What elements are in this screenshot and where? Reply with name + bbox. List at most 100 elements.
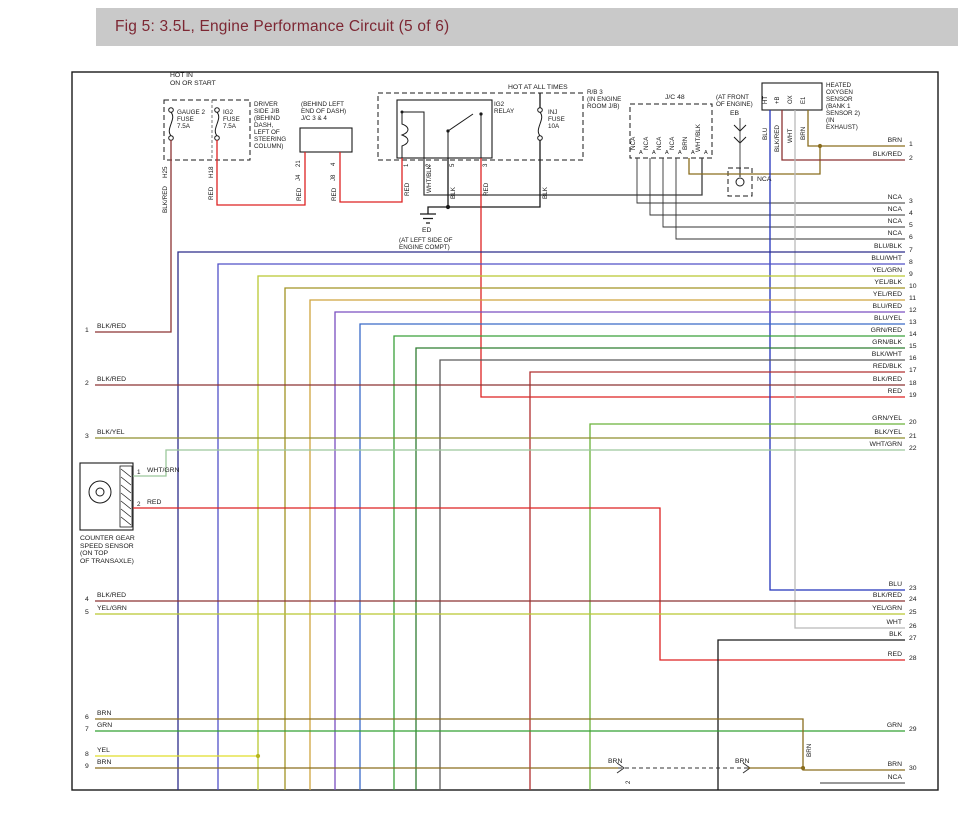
jc48-pin-nca-1: NCA — [630, 137, 637, 150]
jc34-label: (BEHIND LEFT END OF DASH) J/C 3 & 4 — [301, 101, 346, 122]
o2-pin-e1: E1 — [801, 97, 808, 104]
cgss-wire-red: RED — [147, 499, 161, 507]
driver-jb-label: DRIVER SIDE J/B (BEHIND DASH, LEFT OF ST… — [254, 101, 286, 150]
right-wire-number: 21 — [909, 433, 917, 441]
jc48-pin-nca-2: NCA — [643, 137, 650, 150]
cgss-pin-2: 2 — [137, 501, 141, 508]
cgss-label: COUNTER GEAR SPEED SENSOR (ON TOP OF TRA… — [80, 535, 135, 565]
pin-h25: H25 — [162, 166, 169, 178]
right-wire-color: BLK/RED — [873, 376, 902, 384]
right-wire-number: 23 — [909, 585, 917, 593]
relay-pin-1: 1 — [404, 164, 411, 167]
brn-label-a: BRN — [608, 758, 622, 766]
pin-j8: J8 — [331, 175, 338, 181]
left-wire-number: 2 — [85, 380, 89, 388]
right-wire-color: BLK/RED — [873, 592, 902, 600]
gauge2-fuse-label: GAUGE 2 FUSE 7.5A — [177, 109, 205, 130]
right-wire-color: BLU/YEL — [874, 315, 902, 323]
right-wire-color: GRN/YEL — [872, 415, 902, 423]
inj-fuse-label: INJ FUSE 10A — [548, 109, 565, 130]
left-wire-color: YEL/GRN — [97, 605, 127, 613]
o2-wire-brn: BRN — [800, 127, 807, 140]
relay-pin-3: 3 — [483, 164, 490, 167]
left-wire-color: GRN — [97, 722, 112, 730]
right-wire-number: 3 — [909, 198, 913, 206]
jc48-pin-whtblk: WHT/BLK — [695, 124, 702, 152]
jc48-pin-a-1: A — [639, 150, 643, 156]
page: Fig 5: 3.5L, Engine Performance Circuit … — [0, 0, 960, 815]
pin-21: 21 — [296, 160, 303, 167]
right-wire-color: BLK/WHT — [872, 351, 902, 359]
right-wire-number: 28 — [909, 655, 917, 663]
jc48-pin-a-5: A — [691, 150, 695, 156]
right-wire-color: NCA — [888, 206, 902, 214]
o2-wire-blkred: BLK/RED — [774, 125, 781, 152]
right-wire-color: RED — [888, 651, 902, 659]
ed-label: ED — [422, 227, 431, 235]
jc48-pin-nca-4: NCA — [669, 137, 676, 150]
right-wire-number: 8 — [909, 259, 913, 267]
right-wire-color: RED — [888, 388, 902, 396]
jc48-pin-a-6: A — [704, 150, 708, 156]
left-wire-number: 8 — [85, 751, 89, 759]
right-wire-number: 24 — [909, 596, 917, 604]
wire-blk-vertical-1: BLK — [450, 187, 457, 199]
left-wire-color: BLK/RED — [97, 323, 126, 331]
ed-location-label: (AT LEFT SIDE OF ENGINE COMPT) — [399, 237, 453, 251]
right-wire-color: BLK — [889, 631, 902, 639]
right-wire-color: NCA — [888, 218, 902, 226]
right-wire-number: 26 — [909, 623, 917, 631]
wire-red-vertical-5: RED — [483, 183, 490, 196]
wire-whtblk-vertical: WHT/BLK — [426, 165, 433, 193]
wire-red-vertical-4: RED — [404, 183, 411, 196]
hot-at-all-times-label: HOT AT ALL TIMES — [508, 84, 568, 92]
jc48-pin-a-4: A — [678, 150, 682, 156]
wire-red-vertical-3: RED — [331, 188, 338, 201]
right-wire-number: 25 — [909, 609, 917, 617]
o2-wire-wht: WHT — [787, 129, 794, 143]
wire-red-vertical-1: RED — [208, 187, 215, 200]
left-wire-number: 7 — [85, 726, 89, 734]
right-wire-number: 30 — [909, 765, 917, 773]
right-wire-color: RED/BLK — [873, 363, 902, 371]
relay-pin-5: 5 — [450, 164, 457, 167]
left-wire-color: BLK/RED — [97, 376, 126, 384]
brn-label-b: BRN — [735, 758, 749, 766]
cgss-pin-1: 1 — [137, 469, 141, 476]
wire-blk-vertical-2: BLK — [542, 187, 549, 199]
right-wire-number: 14 — [909, 331, 917, 339]
right-wire-color: YEL/GRN — [872, 267, 902, 275]
right-wire-number: 9 — [909, 271, 913, 279]
right-wire-number: 17 — [909, 367, 917, 375]
right-wire-color: YEL/RED — [873, 291, 902, 299]
diagram-labels: HOT IN ON OR STARTGAUGE 2 FUSE 7.5AIG2 F… — [0, 0, 960, 815]
left-wire-number: 3 — [85, 433, 89, 441]
wire-blkred-vertical: BLK/RED — [162, 186, 169, 213]
right-wire-number: 1 — [909, 141, 913, 149]
at-front-of-engine-label: (AT FRONT OF ENGINE) — [716, 94, 753, 108]
right-wire-color: WHT/GRN — [870, 441, 902, 449]
right-wire-color: BRN — [888, 137, 902, 145]
left-wire-color: BLK/RED — [97, 592, 126, 600]
o2-wire-blu: BLU — [762, 128, 769, 140]
wire-red-vertical-2: RED — [296, 188, 303, 201]
right-wire-number: 20 — [909, 419, 917, 427]
hot-in-label: HOT IN ON OR START — [170, 72, 216, 87]
left-wire-number: 1 — [85, 327, 89, 335]
cgss-wire-whtgrn: WHT/GRN — [147, 467, 179, 475]
right-wire-number: 11 — [909, 295, 916, 303]
pin-4: 4 — [331, 163, 338, 166]
right-wire-color: BLK/YEL — [874, 429, 902, 437]
right-wire-color: NCA — [888, 774, 902, 782]
eb-label: EB — [730, 110, 739, 118]
right-wire-number: 22 — [909, 445, 917, 453]
o2-sensor-label: HEATED OXYGEN SENSOR (BANK 1 SENSOR 2) (… — [826, 82, 860, 131]
right-wire-number: 13 — [909, 319, 917, 327]
left-wire-color: BLK/YEL — [97, 429, 125, 437]
jc48-pin-brn: BRN — [682, 137, 689, 150]
right-wire-color: WHT — [887, 619, 902, 627]
left-wire-number: 6 — [85, 714, 89, 722]
nca-eb-label: NCA — [757, 176, 771, 184]
o2-pin-ht: HT — [763, 96, 770, 104]
ig2-relay-label: IG2 RELAY — [494, 101, 514, 115]
